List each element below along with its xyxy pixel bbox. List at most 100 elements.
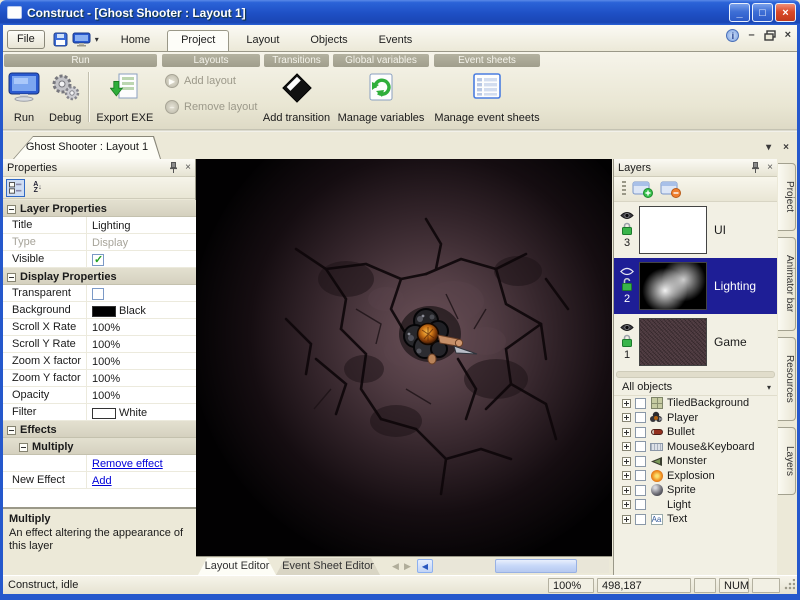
property-row-background[interactable]: BackgroundBlack: [3, 302, 196, 319]
add-effect-link[interactable]: Add: [92, 475, 112, 487]
mdi-close-icon[interactable]: ×: [785, 29, 791, 42]
tab-events[interactable]: Events: [365, 30, 427, 51]
expand-icon[interactable]: [622, 457, 631, 466]
tab-objects[interactable]: Objects: [296, 30, 361, 51]
tab-event-sheet-editor[interactable]: Event Sheet Editor: [276, 558, 380, 575]
category-row[interactable]: Layer Properties: [3, 200, 196, 217]
pin-icon[interactable]: [751, 162, 760, 173]
side-tab-project[interactable]: Project: [778, 163, 796, 231]
mdi-minimize-icon[interactable]: –: [748, 29, 754, 42]
collapse-icon[interactable]: [7, 205, 16, 214]
object-checkbox[interactable]: [635, 427, 646, 438]
layer-visible-icon[interactable]: [620, 211, 634, 220]
tab-layout-editor[interactable]: Layout Editor: [198, 558, 276, 575]
minimize-button[interactable]: _: [729, 3, 750, 22]
expand-icon[interactable]: [622, 486, 631, 495]
hscroll-left-button[interactable]: ◀: [417, 559, 433, 573]
expand-icon[interactable]: [622, 428, 631, 437]
debug-button[interactable]: Debug: [45, 70, 85, 125]
side-tab-layers[interactable]: Layers: [778, 427, 796, 495]
filter-color-swatch[interactable]: [92, 408, 116, 419]
file-button[interactable]: File: [7, 30, 45, 49]
expand-icon[interactable]: [622, 413, 631, 422]
property-row-title[interactable]: TitleLighting: [3, 217, 196, 234]
property-row-scroll-y[interactable]: Scroll Y Rate100%: [3, 336, 196, 353]
layer-row-game[interactable]: 1 Game: [614, 314, 777, 370]
maximize-button[interactable]: □: [752, 3, 773, 22]
visible-checkbox[interactable]: [92, 254, 104, 266]
object-row-bullet[interactable]: Bullet: [614, 425, 777, 440]
export-exe-button[interactable]: Export EXE: [92, 70, 157, 125]
remove-effect-link[interactable]: Remove effect: [92, 458, 163, 470]
mdi-restore-icon[interactable]: [764, 30, 776, 41]
layer-row-ui[interactable]: 3 UI: [614, 202, 777, 258]
property-row-visible[interactable]: Visible: [3, 251, 196, 268]
hscroll-thumb[interactable]: [495, 559, 577, 573]
close-button[interactable]: ×: [775, 3, 796, 22]
layers-close-icon[interactable]: ×: [767, 163, 773, 173]
side-tab-animator-bar[interactable]: Animator bar: [778, 237, 796, 331]
expand-icon[interactable]: [622, 442, 631, 451]
layout-canvas[interactable]: [196, 159, 612, 556]
run-button[interactable]: Run: [3, 70, 45, 125]
object-checkbox[interactable]: [635, 470, 646, 481]
info-icon[interactable]: i: [726, 29, 739, 42]
collapse-icon[interactable]: [7, 273, 16, 282]
layer-unlocked-icon[interactable]: [621, 278, 633, 291]
expand-icon[interactable]: [622, 500, 631, 509]
tab-project[interactable]: Project: [167, 30, 229, 51]
tab-list-dropdown-icon[interactable]: ▾: [766, 142, 771, 153]
layer-lock-icon[interactable]: [621, 222, 633, 235]
tab-home[interactable]: Home: [107, 30, 164, 51]
add-transition-button[interactable]: Add transition: [263, 70, 330, 125]
background-color-swatch[interactable]: [92, 306, 116, 317]
property-row-zoom-x[interactable]: Zoom X factor100%: [3, 353, 196, 370]
category-row[interactable]: Display Properties: [3, 268, 196, 285]
property-row-scroll-x[interactable]: Scroll X Rate100%: [3, 319, 196, 336]
add-layout-button[interactable]: ▶ Add layout: [165, 71, 261, 91]
object-checkbox[interactable]: [635, 412, 646, 423]
expand-icon[interactable]: [622, 515, 631, 524]
object-row-sprite[interactable]: Sprite: [614, 483, 777, 498]
object-checkbox[interactable]: [635, 499, 646, 510]
object-row-mouse-keyboard[interactable]: Mouse&Keyboard: [614, 440, 777, 455]
categorized-view-button[interactable]: [6, 179, 25, 197]
property-row-opacity[interactable]: Opacity100%: [3, 387, 196, 404]
object-checkbox[interactable]: [635, 456, 646, 467]
transparent-checkbox[interactable]: [92, 288, 104, 300]
object-checkbox[interactable]: [635, 485, 646, 496]
property-row-transparent[interactable]: Transparent: [3, 285, 196, 302]
tab-layout[interactable]: Layout: [232, 30, 293, 51]
property-row-zoom-y[interactable]: Zoom Y factor100%: [3, 370, 196, 387]
remove-layout-button[interactable]: – Remove layout: [165, 97, 261, 117]
object-row-tiledbackground[interactable]: TiledBackground: [614, 396, 777, 411]
object-checkbox[interactable]: [635, 398, 646, 409]
layer-lock-icon[interactable]: [621, 334, 633, 347]
layer-visible-icon[interactable]: [620, 323, 634, 332]
property-row-filter[interactable]: FilterWhite: [3, 404, 196, 421]
add-layer-icon[interactable]: [632, 180, 654, 198]
object-row-monster[interactable]: Monster: [614, 454, 777, 469]
layer-row-lighting[interactable]: 2 Lighting: [614, 258, 777, 314]
pin-icon[interactable]: [169, 162, 178, 173]
manage-variables-button[interactable]: Manage variables: [334, 70, 429, 125]
tab-close-icon[interactable]: ×: [783, 142, 789, 153]
resize-grip[interactable]: [783, 579, 795, 591]
preview-monitor-icon[interactable]: [72, 32, 91, 47]
tab-scroll-left-icon[interactable]: ◀: [392, 561, 399, 572]
object-checkbox[interactable]: [635, 514, 646, 525]
expand-icon[interactable]: [622, 471, 631, 480]
object-checkbox[interactable]: [635, 441, 646, 452]
collapse-icon[interactable]: [19, 443, 28, 452]
tab-scroll-right-icon[interactable]: ▶: [404, 561, 411, 572]
quick-access-dropdown-icon[interactable]: ▾: [95, 35, 99, 44]
side-tab-resources[interactable]: Resources: [778, 337, 796, 421]
toolbar-grip[interactable]: [622, 181, 626, 197]
object-row-player[interactable]: Player: [614, 411, 777, 426]
titlebar[interactable]: Construct - [Ghost Shooter : Layout 1] _…: [0, 0, 800, 25]
layers-scrollbar[interactable]: [616, 371, 775, 378]
layer-visible-icon[interactable]: [620, 267, 634, 276]
objects-filter-dropdown[interactable]: All objects ▾: [614, 379, 777, 396]
object-row-light[interactable]: Light: [614, 498, 777, 513]
object-row-text[interactable]: Aa Text: [614, 512, 777, 527]
